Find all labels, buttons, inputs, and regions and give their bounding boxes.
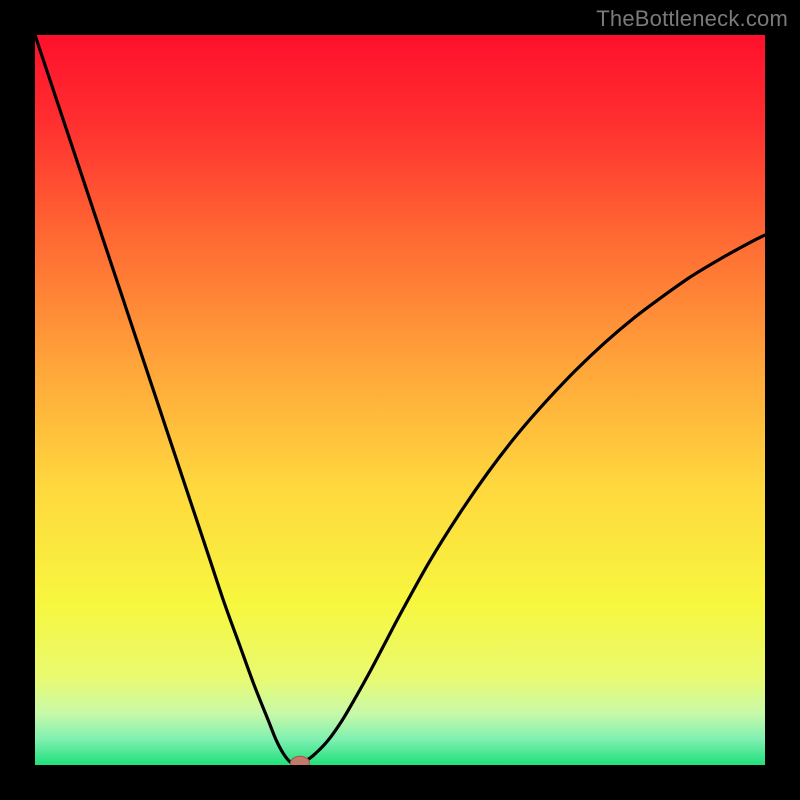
plot-area bbox=[35, 35, 765, 765]
gradient-background bbox=[35, 35, 765, 765]
plot-svg bbox=[35, 35, 765, 765]
minimum-marker bbox=[291, 756, 310, 765]
watermark-text: TheBottleneck.com bbox=[596, 6, 788, 32]
chart-frame: TheBottleneck.com bbox=[0, 0, 800, 800]
